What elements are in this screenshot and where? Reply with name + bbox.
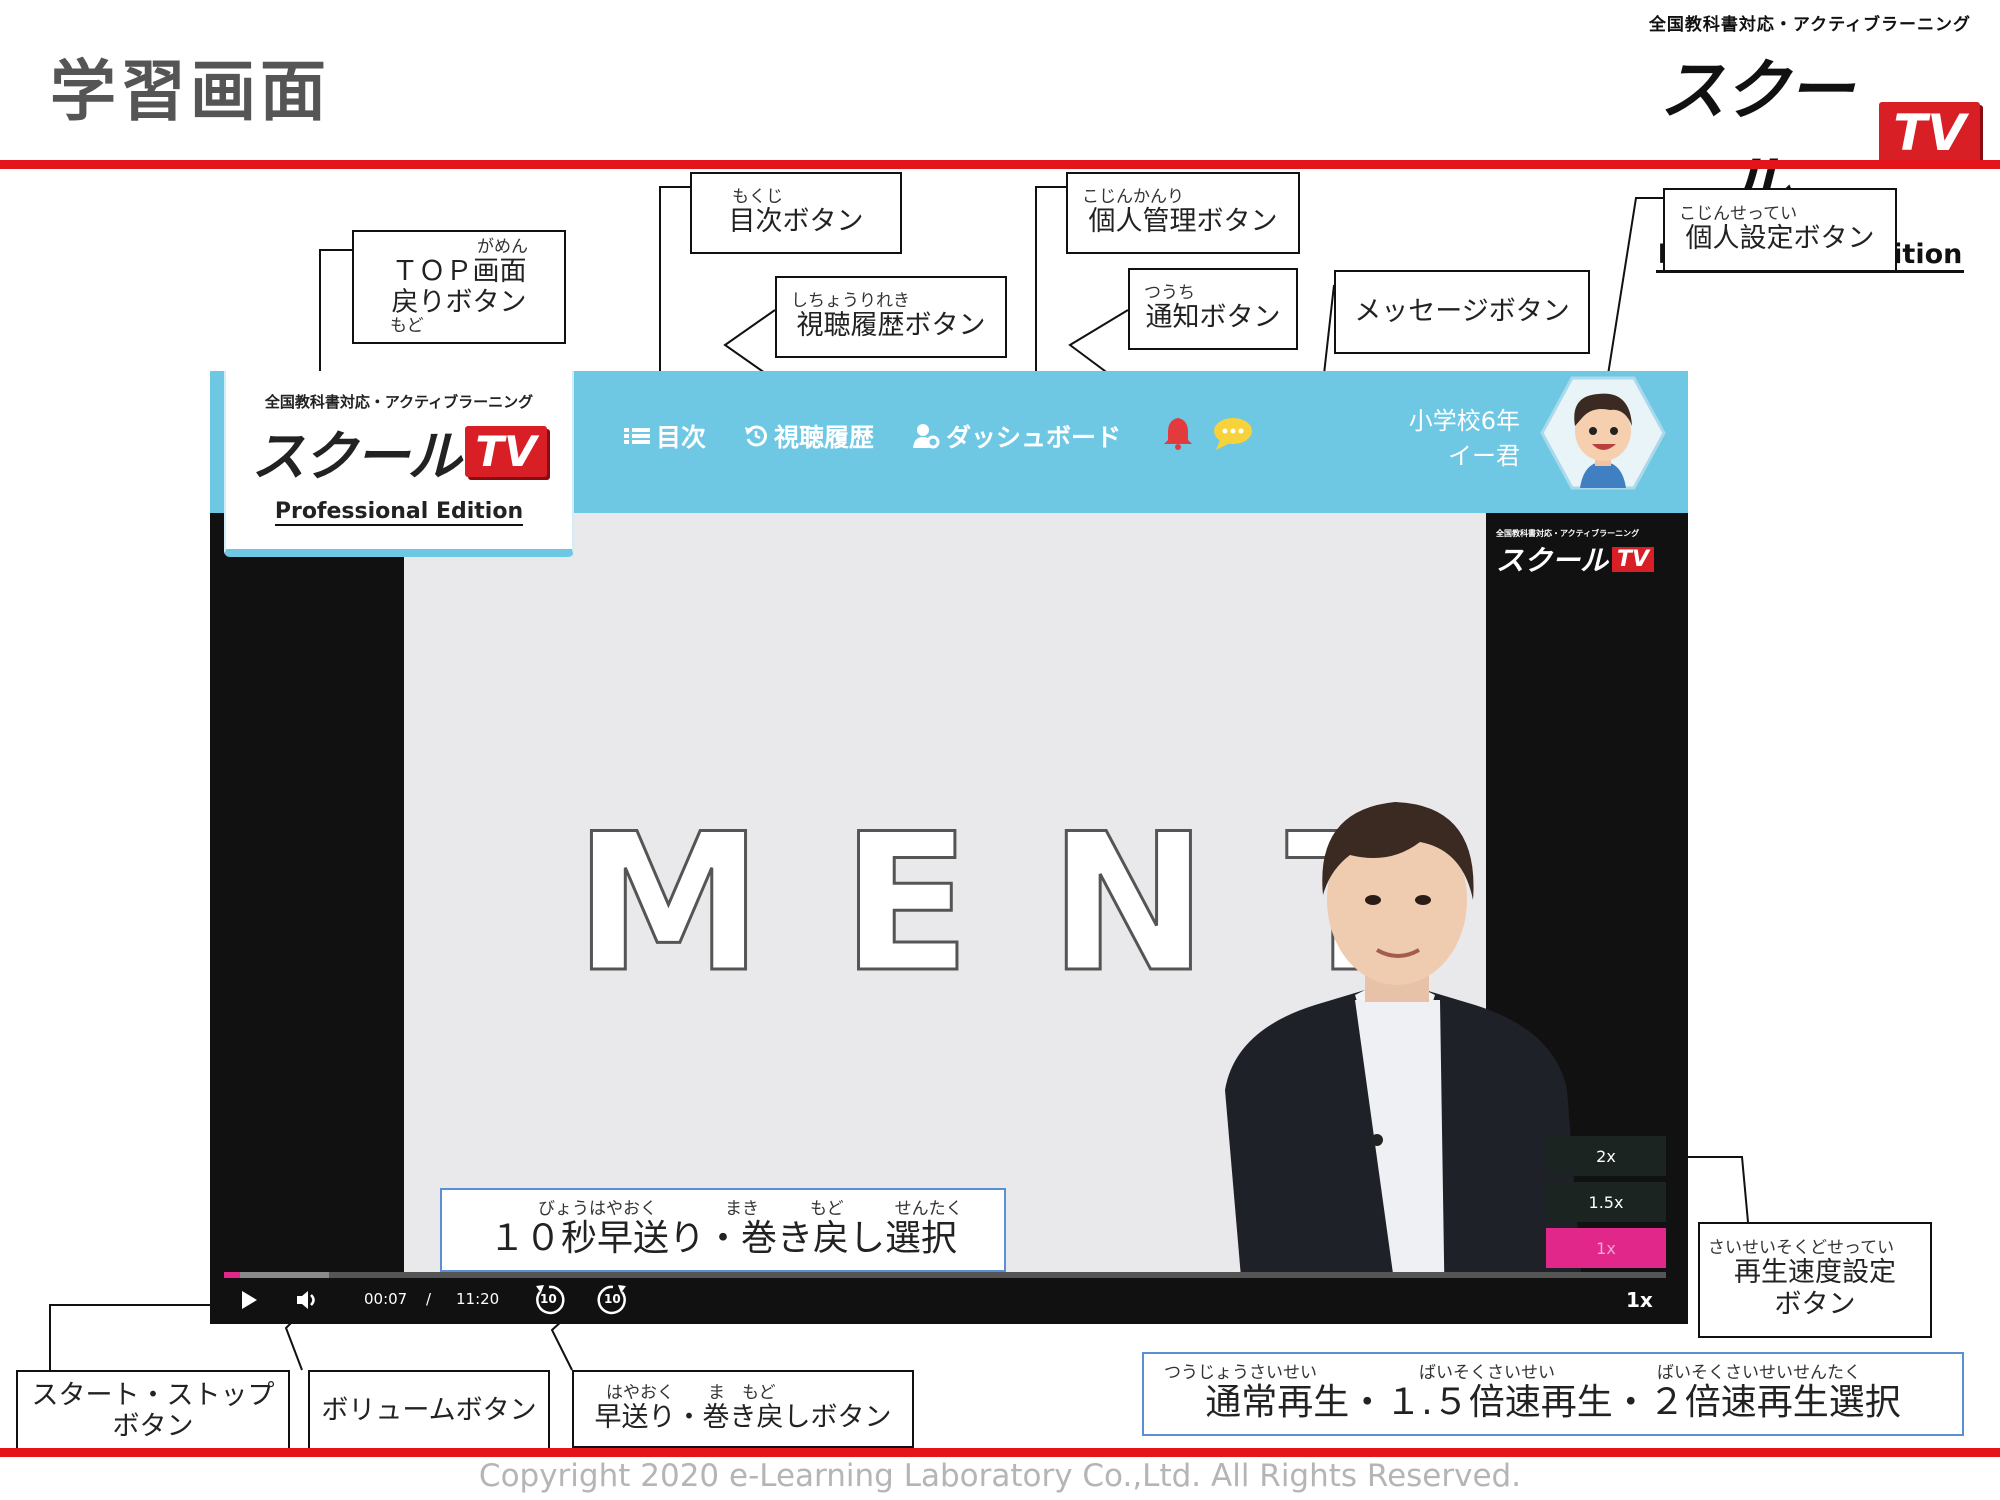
rewind-seconds: 10 <box>540 1292 557 1306</box>
speed-1-5x-button[interactable]: 1.5x <box>1546 1182 1666 1222</box>
user-grade: 小学校6年 <box>1408 407 1520 435</box>
nav-history-button[interactable]: 視聴履歴 <box>744 418 874 454</box>
profile-settings-button[interactable] <box>1540 376 1666 490</box>
forward-10-button[interactable]: 10 <box>596 1283 630 1317</box>
play-icon <box>242 1291 257 1309</box>
callout-ff-rw: はやおく ま もど 早送り・巻き戻しボタン <box>572 1370 914 1448</box>
volume-button[interactable] <box>296 1289 322 1315</box>
callout-profile-button: こじんせってい 個人設定ボタン <box>1663 188 1897 272</box>
callout-dashboard-button: こじんかんり 個人管理ボタン <box>1066 172 1300 254</box>
callout-notify-button: つうち 通知ボタン <box>1128 268 1298 350</box>
top-return-logo[interactable]: 全国教科書対応・アクティブラーニング スクール TV Professional … <box>224 371 574 557</box>
notification-button[interactable] <box>1162 416 1194 454</box>
nav-dashboard-button[interactable]: ダッシュボード <box>912 418 1121 454</box>
user-name: イー君 <box>1448 441 1520 470</box>
nav-toc-label: 目次 <box>656 423 707 452</box>
footer-divider <box>0 1448 2000 1457</box>
callout-toc-button: もくじ 目次ボタン <box>690 172 902 254</box>
rewind-10-button[interactable]: 10 <box>532 1283 566 1317</box>
time-separator: / <box>426 1290 432 1308</box>
speed-toggle-button[interactable]: 1x <box>1626 1288 1653 1312</box>
speed-2x-button[interactable]: 2x <box>1546 1136 1666 1176</box>
callout-speed-setting: さいせいそくどせってい 再生速度設定 ボタン <box>1698 1222 1932 1338</box>
list-icon <box>624 428 650 444</box>
video-watermark: 全国教科書対応・アクティブラーニング スクール TV <box>1496 528 1656 579</box>
callout-top-button: がめん ＴＯＰ画面 戻りボタン もど <box>352 230 566 344</box>
time-current: 00:07 <box>364 1290 408 1308</box>
message-button[interactable] <box>1212 416 1254 456</box>
nav-dashboard-label: ダッシュボード <box>946 423 1122 452</box>
play-pause-button[interactable] <box>240 1290 258 1314</box>
callout-message-button: メッセージボタン <box>1334 270 1590 354</box>
time-total: 11:20 <box>456 1290 500 1308</box>
logo-edition: Professional Edition <box>274 499 524 526</box>
nav-toc-button[interactable]: 目次 <box>624 418 706 454</box>
bell-icon <box>1164 418 1192 450</box>
copyright: Copyright 2020 e-Learning Laboratory Co.… <box>478 1458 1522 1494</box>
chat-bubble-icon <box>1214 418 1252 450</box>
user-info: 小学校6年 イー君 <box>1380 404 1520 474</box>
avatar <box>1540 376 1666 490</box>
logo-name: スクール <box>251 425 461 488</box>
forward-seconds: 10 <box>604 1292 621 1306</box>
logo-tv-badge: TV <box>465 426 547 477</box>
speed-1x-button[interactable]: 1x <box>1546 1228 1666 1268</box>
callout-skip-select: びょうはやおく まき もど せんたく １０秒早送り・巻き戻し選択 <box>440 1188 1006 1272</box>
nav-history-label: 視聴履歴 <box>774 423 875 452</box>
user-cog-icon <box>913 424 940 449</box>
callout-speed-select: つうじょうさいせい ばいそくさいせい ばいそくさいせいせんたく 通常再生・１.５… <box>1142 1352 1964 1436</box>
callout-history-button: しちょうりれき 視聴履歴ボタン <box>775 276 1007 358</box>
video-controls <box>210 1278 1688 1324</box>
presenter-figure <box>1225 802 1585 1324</box>
logo-tagline: 全国教科書対応・アクティブラーニング <box>264 393 534 411</box>
callout-start-stop: スタート・ストップ ボタン <box>16 1370 290 1452</box>
callout-volume: ボリュームボタン <box>308 1370 550 1452</box>
history-icon <box>745 425 767 447</box>
volume-icon <box>297 1291 315 1309</box>
